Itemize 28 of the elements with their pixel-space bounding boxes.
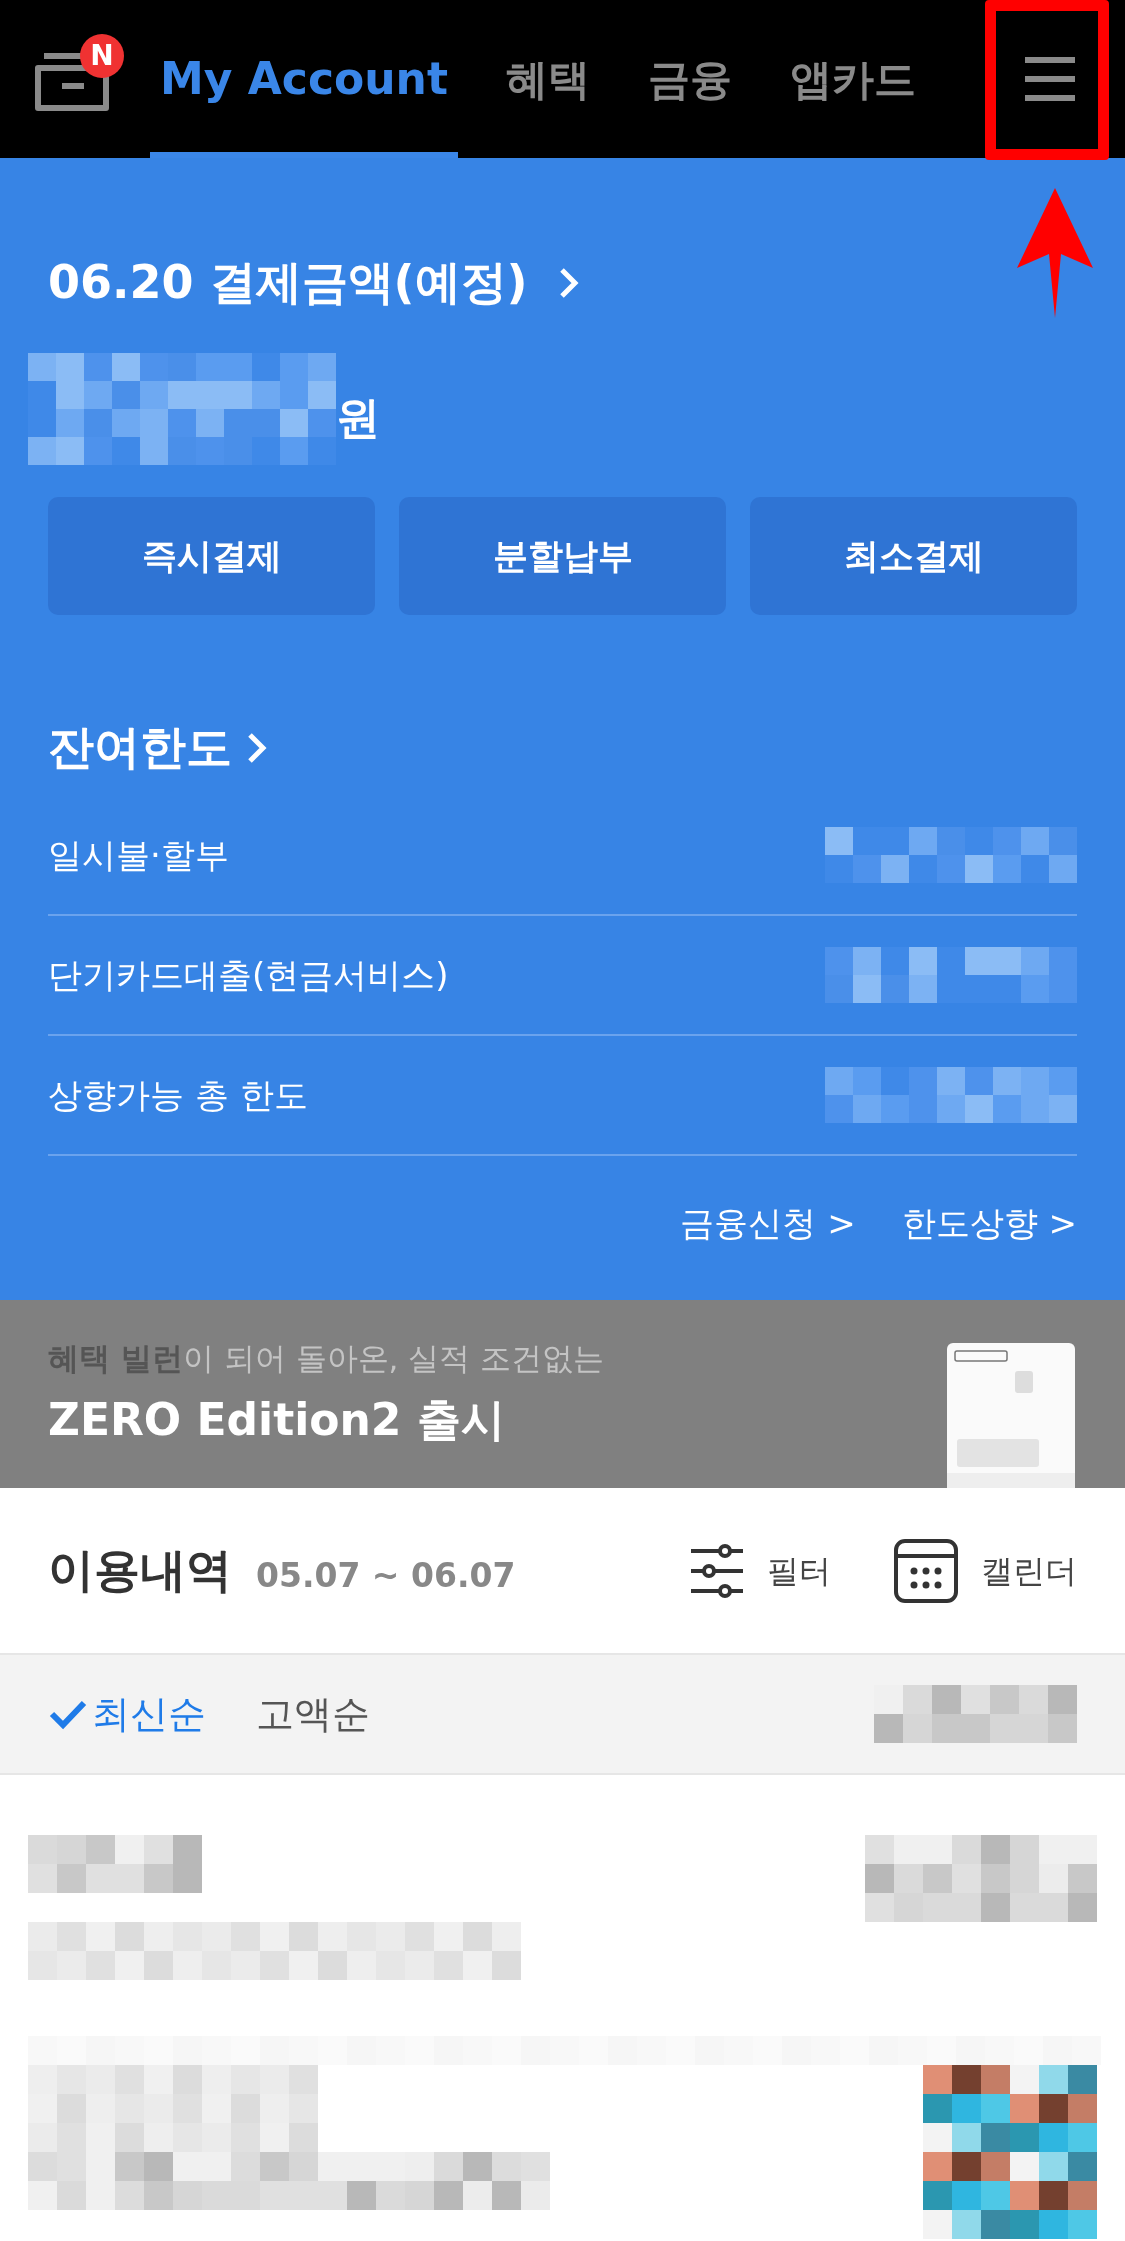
calendar-icon[interactable] (893, 1537, 959, 1604)
limit-title: 잔여한도 (48, 719, 232, 776)
banner-title: ZERO Edition2 출시 (48, 1393, 506, 1448)
payment-title: 06.20 결제금액(예정) (48, 254, 528, 311)
nav-tab[interactable]: My Account (150, 0, 458, 158)
nav-tab[interactable]: 앱카드 (779, 0, 926, 158)
sort-option[interactable]: 고액순 (256, 1685, 370, 1743)
filter-button[interactable]: 필터 (767, 1546, 831, 1595)
nav-tab[interactable]: 금융 (637, 0, 742, 158)
menu-icon[interactable] (1023, 56, 1077, 102)
currency-unit: 원 (336, 391, 380, 445)
calendar-button[interactable]: 캘린더 (981, 1546, 1077, 1595)
filter-icon[interactable] (689, 1542, 745, 1599)
date-range: 05.07 ~ 06.07 (256, 1554, 516, 1597)
nav-tab[interactable]: 혜택 (495, 0, 600, 158)
limit-label: 단기카드대출(현금서비스) (48, 953, 449, 997)
limit-label: 일시불·할부 (48, 833, 229, 877)
limit-link[interactable]: 한도상향 > (901, 1198, 1077, 1249)
history-title: 이용내역 (48, 1542, 232, 1599)
notification-badge: N (80, 34, 124, 78)
chevron-icon[interactable] (557, 265, 580, 300)
payment-button[interactable]: 분할납부 (399, 497, 726, 615)
limit-link[interactable]: 금융신청 > (680, 1198, 856, 1249)
chevron-icon[interactable] (246, 730, 268, 765)
payment-button[interactable]: 최소결제 (750, 497, 1077, 615)
payment-button[interactable]: 즉시결제 (48, 497, 375, 615)
limit-label: 상향가능 총 한도 (48, 1073, 308, 1117)
sort-option[interactable]: 최신순 (92, 1685, 206, 1743)
